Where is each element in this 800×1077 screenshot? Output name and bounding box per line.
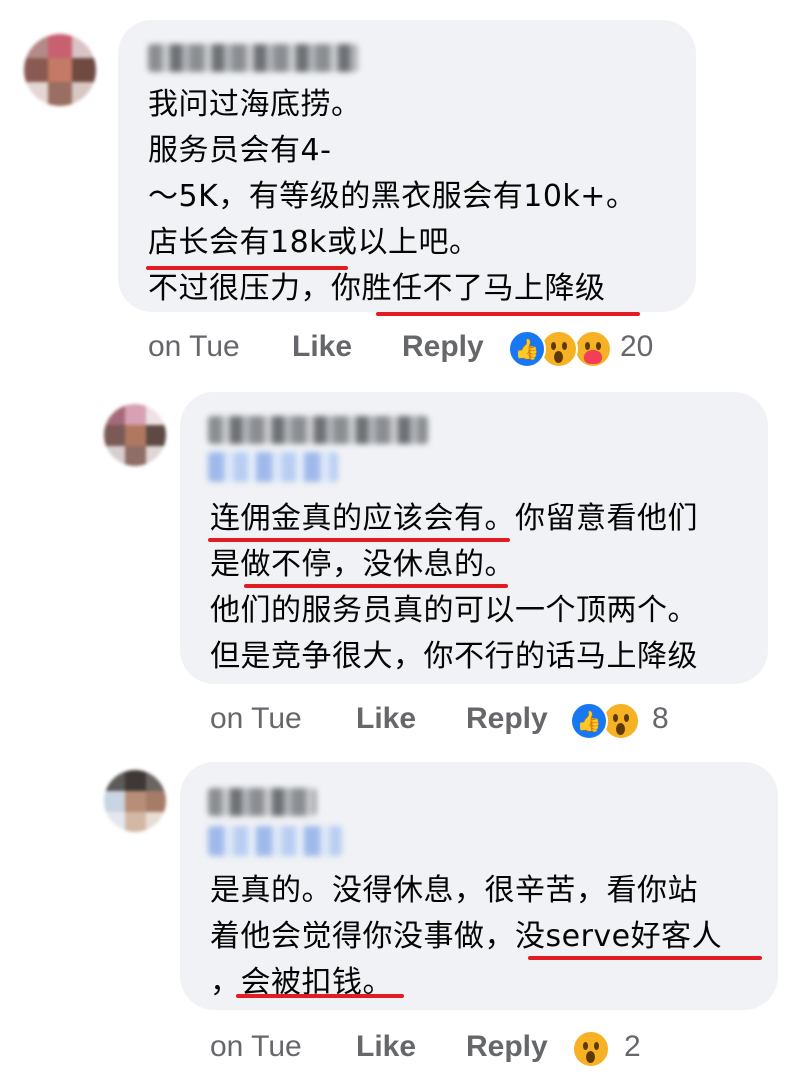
comment-line: 是真的。没得休息，很辛苦，看你站 xyxy=(210,873,698,908)
wow-icon xyxy=(572,1030,610,1068)
comment-timestamp[interactable]: on Tue xyxy=(210,702,302,735)
like-button[interactable]: Like xyxy=(356,1030,416,1063)
comment-meta: on Tue xyxy=(148,330,240,364)
commenter-name[interactable] xyxy=(208,788,316,816)
reply-button[interactable]: Reply xyxy=(466,702,548,735)
reply-action[interactable]: Reply xyxy=(466,1030,548,1064)
avatar[interactable] xyxy=(104,770,166,832)
comment-line: 他们的服务员真的可以一个顶两个。 xyxy=(210,593,698,628)
comment-timestamp[interactable]: on Tue xyxy=(210,1030,302,1063)
highlight-underline xyxy=(528,956,762,960)
comment-meta: on Tue xyxy=(210,702,302,736)
comment-line: ，会被扣钱。 xyxy=(210,965,393,1000)
reaction-summary[interactable] xyxy=(572,1030,612,1068)
comment-line: 我问过海底捞。 xyxy=(148,87,362,122)
comment-line: 店长会有18k或以上吧。 xyxy=(148,225,480,260)
reaction-summary[interactable]: 👍 xyxy=(508,330,618,368)
comment-timestamp[interactable]: on Tue xyxy=(148,330,240,363)
comment-line: 着他会觉得你没事做，没serve好客人 xyxy=(210,919,723,954)
comment-line: 服务员会有4- xyxy=(148,133,332,168)
highlight-underline xyxy=(376,312,640,316)
like-action[interactable]: Like xyxy=(356,1030,416,1064)
reaction-summary[interactable]: 👍 xyxy=(570,702,642,740)
comment-bubble: 我问过海底捞。 服务员会有4- ～5K，有等级的黑衣服会有10k+。 店长会有1… xyxy=(118,20,696,316)
highlight-underline xyxy=(236,994,404,998)
comment-meta: on Tue xyxy=(210,1030,302,1064)
highlight-underline xyxy=(146,266,348,270)
commenter-badge xyxy=(208,826,342,856)
like-icon: 👍 xyxy=(570,702,608,740)
commenter-badge xyxy=(208,452,338,482)
reaction-count[interactable]: 8 xyxy=(652,702,669,736)
reply-action[interactable]: Reply xyxy=(466,702,548,736)
avatar[interactable] xyxy=(104,404,166,466)
like-button[interactable]: Like xyxy=(356,702,416,735)
avatar[interactable] xyxy=(24,34,96,106)
like-action[interactable]: Like xyxy=(356,702,416,736)
comment-line: ～5K，有等级的黑衣服会有10k+。 xyxy=(148,179,637,214)
comment-bubble: 连佣金真的应该会有。你留意看他们 是做不停，没休息的。 他们的服务员真的可以一个… xyxy=(180,392,768,684)
comment-line: 但是竞争很大，你不行的话马上降级 xyxy=(210,639,698,674)
like-action[interactable]: Like xyxy=(292,330,352,364)
reaction-count[interactable]: 20 xyxy=(620,330,653,364)
reply-action[interactable]: Reply xyxy=(402,330,484,364)
reply-button[interactable]: Reply xyxy=(466,1030,548,1063)
commenter-name[interactable] xyxy=(208,416,428,444)
commenter-name[interactable] xyxy=(148,44,358,72)
comment-line: 是做不停，没休息的。 xyxy=(210,547,515,582)
highlight-underline xyxy=(244,584,508,588)
comment-line: 连佣金真的应该会有。你留意看他们 xyxy=(210,501,698,536)
like-icon: 👍 xyxy=(508,330,546,368)
reaction-count[interactable]: 2 xyxy=(624,1030,641,1064)
comment-line: 不过很压力，你胜任不了马上降级 xyxy=(148,271,606,306)
comment-bubble: 是真的。没得休息，很辛苦，看你站 着他会觉得你没事做，没serve好客人 ，会被… xyxy=(180,762,778,1010)
care-icon xyxy=(574,330,612,368)
highlight-underline xyxy=(208,538,510,542)
reply-button[interactable]: Reply xyxy=(402,330,484,363)
like-button[interactable]: Like xyxy=(292,330,352,363)
